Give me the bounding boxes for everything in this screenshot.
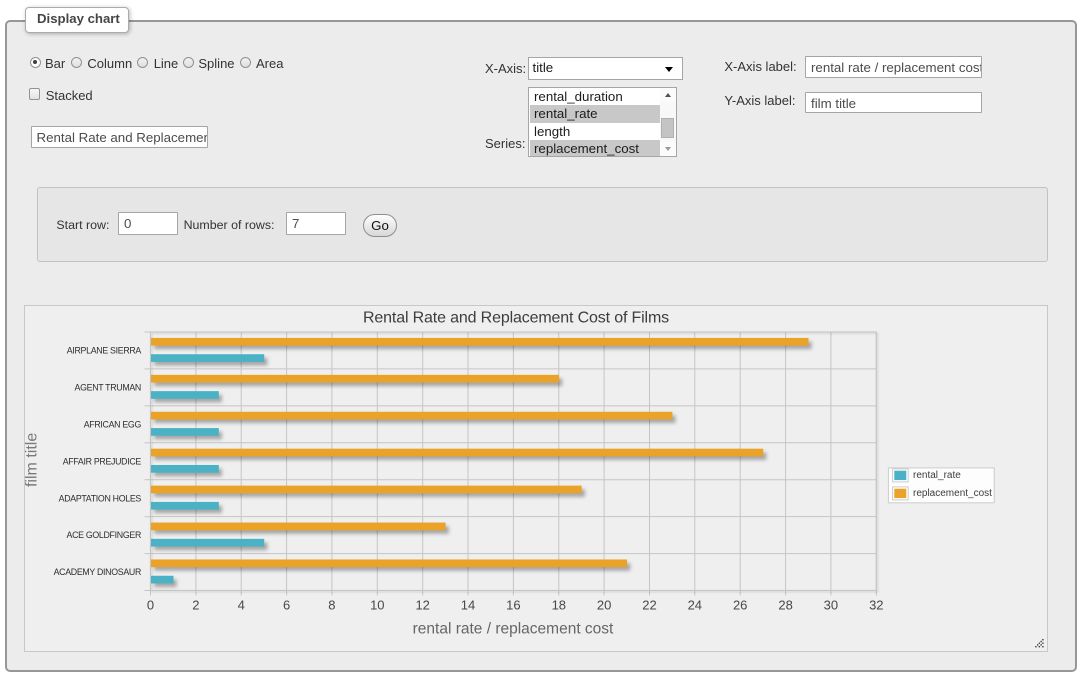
svg-text:32: 32 [869,597,883,612]
svg-text:14: 14 [461,597,475,612]
svg-text:AGENT TRUMAN: AGENT TRUMAN [75,382,141,392]
svg-text:ADAPTATION HOLES: ADAPTATION HOLES [59,493,142,503]
svg-text:10: 10 [370,597,384,612]
svg-text:film title: film title [24,432,41,486]
svg-text:6: 6 [283,597,290,612]
svg-text:AIRPLANE SIERRA: AIRPLANE SIERRA [67,345,142,355]
svg-text:ACE GOLDFINGER: ACE GOLDFINGER [67,530,142,540]
svg-text:12: 12 [415,597,429,612]
svg-text:28: 28 [778,597,792,612]
svg-text:ACADEMY DINOSAUR: ACADEMY DINOSAUR [54,567,141,577]
svg-text:AFFAIR PREJUDICE: AFFAIR PREJUDICE [63,456,142,466]
svg-text:4: 4 [238,597,245,612]
svg-text:20: 20 [597,597,611,612]
svg-text:Rental Rate and Replacement Co: Rental Rate and Replacement Cost of Film… [363,309,669,326]
svg-text:replacement_cost: replacement_cost [913,487,992,498]
svg-text:30: 30 [824,597,838,612]
svg-text:22: 22 [642,597,656,612]
svg-text:8: 8 [328,597,335,612]
svg-text:18: 18 [552,597,566,612]
svg-text:26: 26 [733,597,747,612]
svg-text:rental_rate: rental_rate [913,470,961,481]
svg-text:AFRICAN EGG: AFRICAN EGG [84,419,142,429]
svg-text:24: 24 [688,597,702,612]
svg-text:2: 2 [192,597,199,612]
svg-text:16: 16 [506,597,520,612]
svg-text:rental rate / replacement cost: rental rate / replacement cost [413,620,614,637]
svg-text:0: 0 [147,597,154,612]
